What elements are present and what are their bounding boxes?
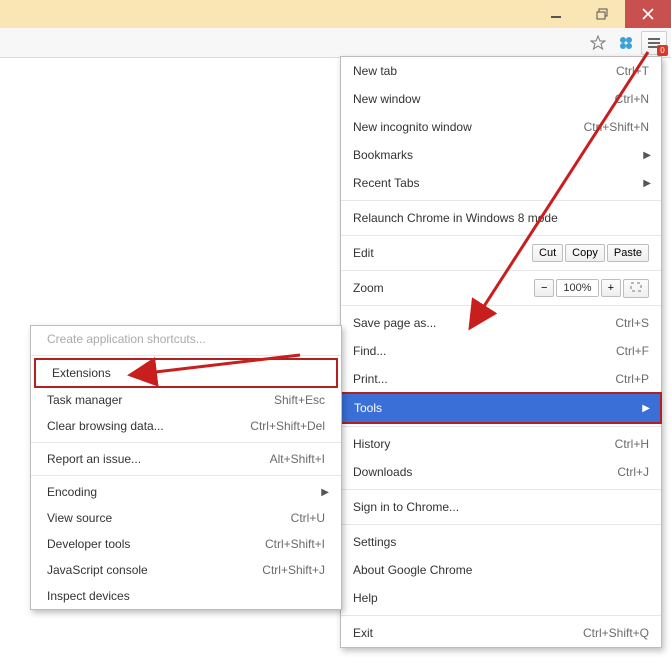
menu-new-incognito[interactable]: New incognito windowCtrl+Shift+N <box>341 113 661 141</box>
fullscreen-button[interactable] <box>623 279 649 298</box>
window-restore-button[interactable] <box>579 0 625 28</box>
menu-recent-tabs[interactable]: Recent Tabs▶ <box>341 169 661 197</box>
tools-submenu: Create application shortcuts... Extensio… <box>30 325 342 610</box>
submenu-encoding[interactable]: Encoding▶ <box>31 479 341 505</box>
menu-settings[interactable]: Settings <box>341 528 661 556</box>
menu-new-tab[interactable]: New tabCtrl+T <box>341 57 661 85</box>
menu-downloads[interactable]: DownloadsCtrl+J <box>341 458 661 486</box>
submenu-clear-data[interactable]: Clear browsing data...Ctrl+Shift+Del <box>31 413 341 439</box>
copy-button[interactable]: Copy <box>565 244 605 262</box>
window-titlebar <box>0 0 671 28</box>
fullscreen-icon <box>630 282 642 292</box>
minimize-icon <box>550 8 562 20</box>
menu-separator <box>341 305 661 306</box>
submenu-inspect-devices[interactable]: Inspect devices <box>31 583 341 609</box>
paste-button[interactable]: Paste <box>607 244 649 262</box>
menu-separator <box>31 475 341 476</box>
extension-icon <box>617 35 635 51</box>
bookmark-star-button[interactable] <box>585 31 611 55</box>
menu-exit[interactable]: ExitCtrl+Shift+Q <box>341 619 661 647</box>
chevron-right-icon: ▶ <box>643 150 651 161</box>
menu-save-page[interactable]: Save page as...Ctrl+S <box>341 309 661 337</box>
update-badge: 0 <box>657 45 668 56</box>
menu-zoom-row: Zoom − 100% + <box>341 274 661 302</box>
menu-help[interactable]: Help <box>341 584 661 612</box>
zoom-in-button[interactable]: + <box>601 279 621 297</box>
menu-separator <box>31 355 341 356</box>
menu-relaunch-win8[interactable]: Relaunch Chrome in Windows 8 mode <box>341 204 661 232</box>
menu-separator <box>341 615 661 616</box>
edit-label: Edit <box>353 246 530 260</box>
submenu-task-manager[interactable]: Task managerShift+Esc <box>31 387 341 413</box>
menu-signin[interactable]: Sign in to Chrome... <box>341 493 661 521</box>
menu-find[interactable]: Find...Ctrl+F <box>341 337 661 365</box>
menu-history[interactable]: HistoryCtrl+H <box>341 430 661 458</box>
cut-button[interactable]: Cut <box>532 244 563 262</box>
tools-highlight-box: Tools▶ <box>340 392 662 424</box>
submenu-report-issue[interactable]: Report an issue...Alt+Shift+I <box>31 446 341 472</box>
browser-toolbar: 0 <box>0 28 671 58</box>
menu-separator <box>341 524 661 525</box>
window-minimize-button[interactable] <box>533 0 579 28</box>
menu-separator <box>341 200 661 201</box>
menu-bookmarks[interactable]: Bookmarks▶ <box>341 141 661 169</box>
chevron-right-icon: ▶ <box>642 403 650 414</box>
star-icon <box>590 35 606 51</box>
zoom-value: 100% <box>556 279 598 297</box>
close-icon <box>642 8 654 20</box>
window-close-button[interactable] <box>625 0 671 28</box>
submenu-create-shortcuts: Create application shortcuts... <box>31 326 341 352</box>
menu-new-window[interactable]: New windowCtrl+N <box>341 85 661 113</box>
restore-icon <box>596 8 608 20</box>
submenu-extensions[interactable]: Extensions <box>36 360 336 386</box>
zoom-label: Zoom <box>353 281 532 295</box>
menu-edit-row: Edit Cut Copy Paste <box>341 239 661 267</box>
extension-button[interactable] <box>613 31 639 55</box>
submenu-js-console[interactable]: JavaScript consoleCtrl+Shift+J <box>31 557 341 583</box>
menu-separator <box>341 489 661 490</box>
menu-separator <box>31 442 341 443</box>
chevron-right-icon: ▶ <box>643 178 651 189</box>
menu-separator <box>341 426 661 427</box>
menu-about[interactable]: About Google Chrome <box>341 556 661 584</box>
menu-print[interactable]: Print...Ctrl+P <box>341 365 661 393</box>
menu-separator <box>341 235 661 236</box>
chrome-main-menu: New tabCtrl+T New windowCtrl+N New incog… <box>340 56 662 648</box>
extensions-highlight-box: Extensions <box>34 358 338 388</box>
submenu-view-source[interactable]: View sourceCtrl+U <box>31 505 341 531</box>
zoom-out-button[interactable]: − <box>534 279 554 297</box>
chevron-right-icon: ▶ <box>321 487 329 498</box>
menu-separator <box>341 270 661 271</box>
chrome-menu-button[interactable]: 0 <box>641 31 667 55</box>
menu-tools[interactable]: Tools▶ <box>342 394 660 422</box>
submenu-dev-tools[interactable]: Developer toolsCtrl+Shift+I <box>31 531 341 557</box>
